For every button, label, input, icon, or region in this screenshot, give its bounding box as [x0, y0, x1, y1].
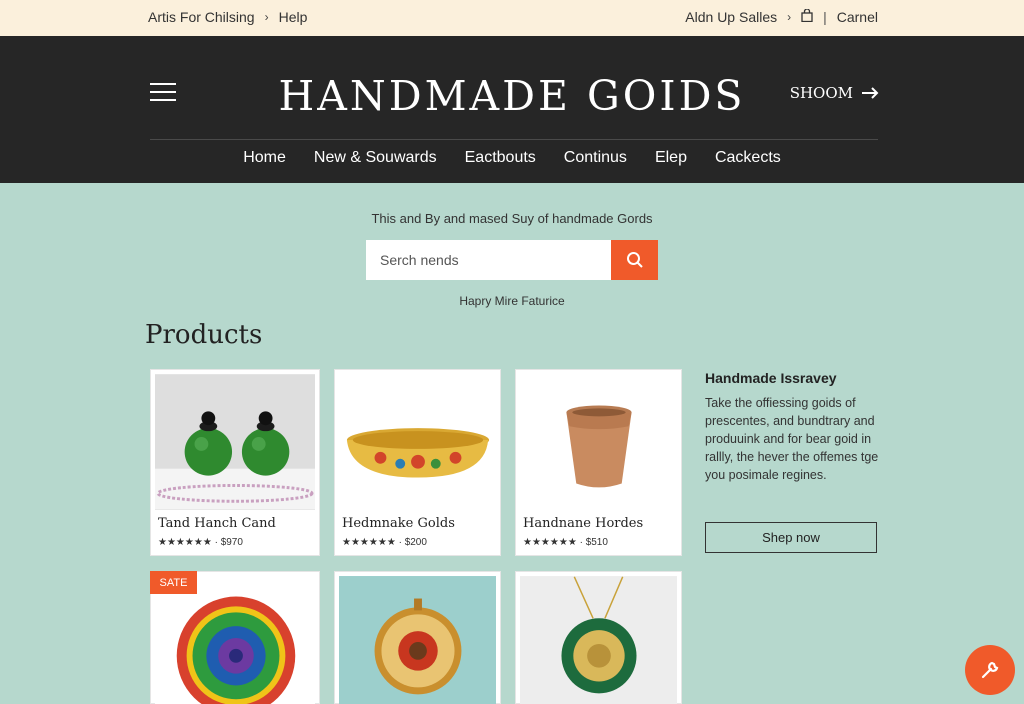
product-image-painted-bowl — [339, 374, 496, 510]
products-heading: Products — [145, 320, 263, 350]
product-title[interactable]: Tand Hanch Cand — [158, 516, 276, 531]
topbar-left-link[interactable]: Artis For Chilsing — [148, 9, 255, 25]
main-nav: Home New & Souwards Eactbouts Continus E… — [0, 149, 1024, 167]
shop-now-button[interactable]: Shep now — [705, 522, 877, 553]
shop-now-link[interactable]: SHOOM — [790, 84, 879, 102]
search-icon — [626, 252, 643, 268]
site-header: HANDMADE GOIDS SHOOM Home New & Souwards… — [0, 36, 1024, 183]
topbar-left: Artis For Chilsing › Help — [148, 9, 307, 25]
account-link[interactable]: Carnel — [837, 9, 878, 25]
product-rating: ★★★★★★ · $510 — [523, 537, 608, 548]
search-button[interactable] — [611, 240, 658, 280]
product-card[interactable] — [515, 571, 682, 704]
nav-home[interactable]: Home — [243, 149, 286, 167]
hero-subtag: Hapry Mire Faturice — [459, 294, 565, 308]
rating-stars: ★★★★★★ — [523, 537, 577, 548]
chevron-right-icon: › — [264, 10, 269, 24]
search-input[interactable]: Serch nends — [366, 240, 611, 280]
wrench-icon — [981, 661, 999, 679]
nav-elep[interactable]: Elep — [655, 149, 687, 167]
shop-label: SHOOM — [789, 84, 853, 102]
hero-tagline: This and By and mased Suy of handmade Go… — [371, 211, 653, 226]
product-card[interactable] — [334, 571, 501, 704]
top-utility-bar: Artis For Chilsing › Help Aldn Up Salles… — [0, 0, 1024, 36]
sale-badge: SATE — [150, 571, 197, 594]
header-divider — [150, 139, 878, 140]
product-image-clay-pot — [520, 374, 677, 510]
nav-cackects[interactable]: Cackects — [715, 149, 781, 167]
topbar-right: Aldn Up Salles › | Carnel — [685, 9, 878, 25]
product-card[interactable]: Tand Hanch Cand ★★★★★★ · $970 — [150, 369, 320, 556]
product-image-embroidery-hoop — [339, 576, 496, 704]
chevron-right-icon: › — [787, 10, 792, 24]
floating-action-button[interactable] — [965, 645, 1015, 695]
product-image-beaded-pendant — [520, 576, 677, 704]
product-card[interactable]: Handnane Hordes ★★★★★★ · $510 — [515, 369, 682, 556]
nav-new[interactable]: New & Souwards — [314, 149, 437, 167]
product-rating: ★★★★★★ · $970 — [158, 537, 243, 548]
arrow-right-icon — [862, 87, 879, 99]
promo-text: Take the offiessing goids of prescentes,… — [705, 396, 879, 482]
topbar-right-link[interactable]: Aldn Up Salles — [685, 9, 777, 25]
product-price: $970 — [220, 537, 243, 548]
product-card[interactable]: Hedmnake Golds ★★★★★★ · $200 — [334, 369, 501, 556]
product-price: $200 — [404, 537, 427, 548]
product-price: $510 — [585, 537, 608, 548]
rating-stars: ★★★★★★ — [158, 537, 212, 548]
product-image-crochet-mandala — [155, 576, 315, 704]
nav-continus[interactable]: Continus — [564, 149, 627, 167]
product-title[interactable]: Hedmnake Golds — [342, 516, 455, 531]
product-rating: ★★★★★★ · $200 — [342, 537, 427, 548]
search-bar: Serch nends — [366, 240, 658, 280]
promo-title: Handmade Issravey — [705, 370, 837, 386]
help-link[interactable]: Help — [279, 9, 308, 25]
divider: | — [823, 9, 827, 25]
nav-eactbouts[interactable]: Eactbouts — [465, 149, 536, 167]
shopping-bag-icon[interactable] — [801, 9, 813, 25]
product-image-green-ornaments — [155, 374, 315, 510]
product-title[interactable]: Handnane Hordes — [523, 516, 643, 531]
rating-stars: ★★★★★★ — [342, 537, 396, 548]
